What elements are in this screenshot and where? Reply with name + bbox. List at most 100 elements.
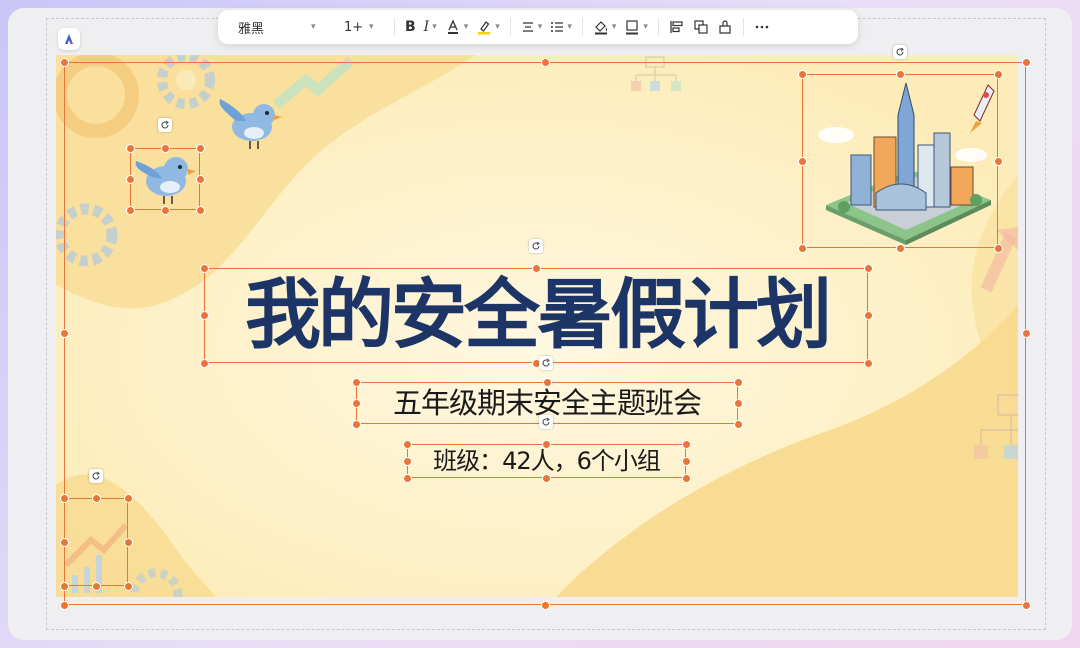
resize-handle[interactable]	[199, 358, 209, 368]
rotate-handle[interactable]	[539, 356, 553, 370]
fill-button[interactable]: ▾	[589, 14, 621, 40]
toolbar-divider	[394, 18, 395, 36]
resize-handle[interactable]	[993, 69, 1003, 79]
resize-handle[interactable]	[123, 493, 133, 503]
rotate-handle[interactable]	[89, 469, 103, 483]
resize-handle[interactable]	[895, 69, 905, 79]
resize-handle[interactable]	[125, 205, 135, 215]
class-info-selection-frame[interactable]	[407, 444, 686, 478]
resize-handle[interactable]	[540, 57, 550, 67]
resize-handle[interactable]	[123, 537, 133, 547]
font-color-button[interactable]: ▾	[441, 14, 473, 40]
resize-handle[interactable]	[993, 156, 1003, 166]
resize-handle[interactable]	[797, 69, 807, 79]
resize-handle[interactable]	[540, 600, 550, 610]
resize-handle[interactable]	[195, 174, 205, 184]
resize-handle[interactable]	[59, 329, 69, 338]
resize-handle[interactable]	[681, 473, 691, 483]
align-center-icon	[522, 22, 533, 32]
chart-image-selection-frame[interactable]	[64, 498, 128, 586]
resize-handle[interactable]	[402, 473, 412, 483]
highlight-button[interactable]: ▾	[472, 14, 504, 40]
resize-handle[interactable]	[797, 156, 807, 166]
resize-handle[interactable]	[195, 205, 205, 215]
resize-handle[interactable]	[160, 205, 170, 215]
align-objects-button[interactable]	[665, 14, 689, 40]
list-icon	[551, 22, 564, 32]
chevron-down-icon: ▾	[369, 22, 374, 32]
font-size-select[interactable]: 1+ ▾	[334, 20, 388, 35]
resize-handle[interactable]	[542, 473, 551, 483]
resize-handle[interactable]	[125, 174, 135, 184]
resize-handle[interactable]	[542, 377, 552, 387]
resize-handle[interactable]	[1021, 57, 1031, 67]
rotate-icon	[161, 120, 169, 129]
italic-button[interactable]: I ▾	[420, 14, 441, 40]
toolbar-divider	[657, 18, 659, 36]
resize-handle[interactable]	[542, 439, 551, 449]
resize-handle[interactable]	[863, 311, 873, 320]
rotate-icon	[532, 241, 540, 250]
city-image-selection-frame[interactable]	[802, 74, 998, 248]
resize-handle[interactable]	[160, 143, 170, 153]
resize-handle[interactable]	[402, 456, 412, 466]
toolbar-divider	[509, 18, 511, 36]
bold-button[interactable]: B	[401, 14, 420, 40]
resize-handle[interactable]	[681, 439, 691, 449]
app-logo-icon[interactable]	[58, 28, 80, 50]
text-format-toolbar: 雅黑 ▾ 1+ ▾ B I ▾ ▾ ▾ ▾ ▾ ▾ ▾	[218, 10, 858, 44]
chevron-down-icon: ▾	[611, 22, 617, 32]
resize-handle[interactable]	[993, 243, 1003, 253]
bird-image-selection-frame[interactable]	[130, 148, 200, 210]
rotate-handle[interactable]	[158, 118, 172, 132]
resize-handle[interactable]	[195, 143, 205, 153]
shape-icon	[719, 20, 731, 34]
chevron-down-icon: ▾	[463, 22, 469, 32]
resize-handle[interactable]	[531, 263, 541, 273]
resize-handle[interactable]	[1021, 600, 1031, 610]
resize-handle[interactable]	[59, 493, 69, 503]
resize-handle[interactable]	[125, 143, 135, 153]
resize-handle[interactable]	[351, 377, 361, 387]
resize-handle[interactable]	[59, 57, 69, 67]
rotate-icon	[896, 47, 904, 56]
rotate-icon	[542, 417, 550, 426]
rotate-handle[interactable]	[529, 239, 543, 253]
font-family-select[interactable]: 雅黑 ▾	[218, 18, 334, 37]
chevron-down-icon: ▾	[567, 22, 572, 32]
resize-handle[interactable]	[59, 600, 69, 610]
resize-handle[interactable]	[863, 263, 873, 273]
resize-handle[interactable]	[733, 377, 743, 387]
resize-handle[interactable]	[199, 311, 209, 320]
resize-handle[interactable]	[797, 243, 807, 253]
rotate-handle[interactable]	[893, 45, 907, 59]
resize-handle[interactable]	[402, 439, 412, 449]
resize-handle[interactable]	[863, 358, 873, 368]
resize-handle[interactable]	[351, 398, 361, 408]
chevron-down-icon: ▾	[643, 22, 648, 32]
resize-handle[interactable]	[895, 243, 905, 253]
resize-handle[interactable]	[91, 493, 101, 503]
border-button[interactable]: ▾	[620, 14, 652, 40]
rotate-handle[interactable]	[539, 415, 553, 429]
shape-button[interactable]	[713, 14, 737, 40]
resize-handle[interactable]	[199, 263, 209, 273]
border-icon	[626, 20, 639, 35]
italic-icon: I	[423, 19, 430, 35]
list-button[interactable]: ▾	[546, 14, 576, 40]
resize-handle[interactable]	[59, 581, 69, 591]
toolbar-divider	[742, 18, 744, 36]
arrange-button[interactable]	[689, 14, 713, 40]
resize-handle[interactable]	[733, 398, 743, 408]
rotate-icon	[92, 471, 100, 480]
align-button[interactable]: ▾	[517, 14, 547, 40]
resize-handle[interactable]	[123, 581, 133, 591]
resize-handle[interactable]	[681, 456, 691, 466]
more-button[interactable]	[750, 14, 774, 40]
resize-handle[interactable]	[733, 419, 743, 429]
resize-handle[interactable]	[1021, 329, 1031, 338]
resize-handle[interactable]	[59, 537, 69, 547]
resize-handle[interactable]	[351, 419, 361, 429]
resize-handle[interactable]	[91, 581, 101, 591]
title-selection-frame[interactable]	[204, 268, 868, 363]
